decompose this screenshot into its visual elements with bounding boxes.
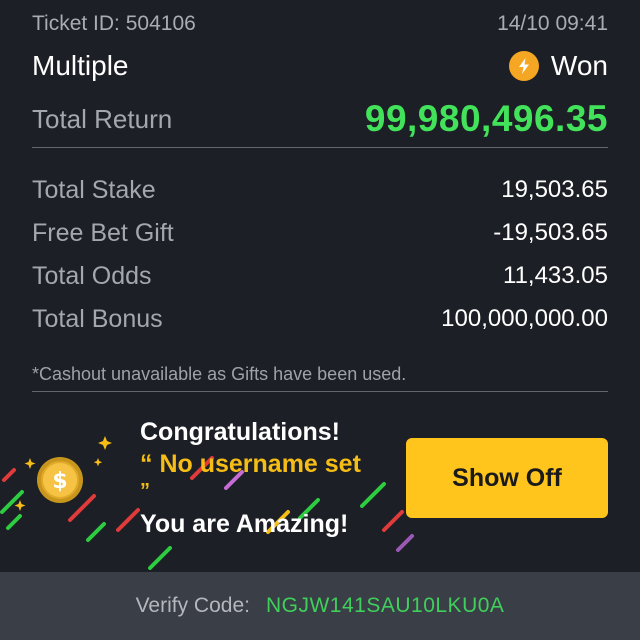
bet-title-row: Multiple Won [32,46,608,86]
verify-code-label: Verify Code: [135,594,250,617]
verify-code-value[interactable]: NGJW141SAU10LKU0A [266,594,504,618]
stat-value: 11,433.05 [503,262,608,289]
cashout-note: *Cashout unavailable as Gifts have been … [32,364,407,384]
status-badge: Won [508,50,608,82]
username-text: “ No username set [140,450,361,478]
total-return-label: Total Return [32,103,173,134]
ticket-datetime: 14/10 09:41 [497,12,608,35]
ticket-id: Ticket ID: 504106 [32,12,196,35]
divider [32,147,608,148]
closing-quote: ” [140,480,150,502]
status-text: Won [550,50,608,81]
stat-label: Total Odds [32,261,152,290]
stat-label: Total Bonus [32,304,163,333]
stat-row-total-bonus: Total Bonus 100,000,000.00 [32,299,608,339]
stat-value: 100,000,000.00 [441,305,608,332]
stat-label: Total Stake [32,175,156,204]
stat-value: -19,503.65 [493,219,608,246]
stat-row-total-stake: Total Stake 19,503.65 [32,170,608,210]
stat-row-total-odds: Total Odds 11,433.05 [32,256,608,296]
verify-code-bar: Verify Code: NGJW141SAU10LKU0A [0,572,640,640]
amazing-text: You are Amazing! [140,510,349,538]
ticket-header-row: Ticket ID: 504106 14/10 09:41 [32,8,608,40]
share-promo-banner: $ Congratulations! “ No username set ” Y… [0,400,640,570]
divider [32,391,608,392]
dollar-coin-icon: $ [37,457,83,503]
congrats-text: Congratulations! [140,418,340,446]
bet-ticket-page: Ticket ID: 504106 14/10 09:41 Multiple W… [0,0,640,640]
total-return-row: Total Return 99,980,496.35 [32,94,608,144]
stat-value: 19,503.65 [501,176,608,203]
lightning-bolt-icon [508,51,539,81]
show-off-button[interactable]: Show Off [406,438,608,518]
bet-type: Multiple [32,50,129,81]
total-return-value: 99,980,496.35 [364,98,608,139]
stat-row-free-bet-gift: Free Bet Gift -19,503.65 [32,213,608,253]
stat-label: Free Bet Gift [32,218,174,247]
svg-text:$: $ [52,469,67,494]
